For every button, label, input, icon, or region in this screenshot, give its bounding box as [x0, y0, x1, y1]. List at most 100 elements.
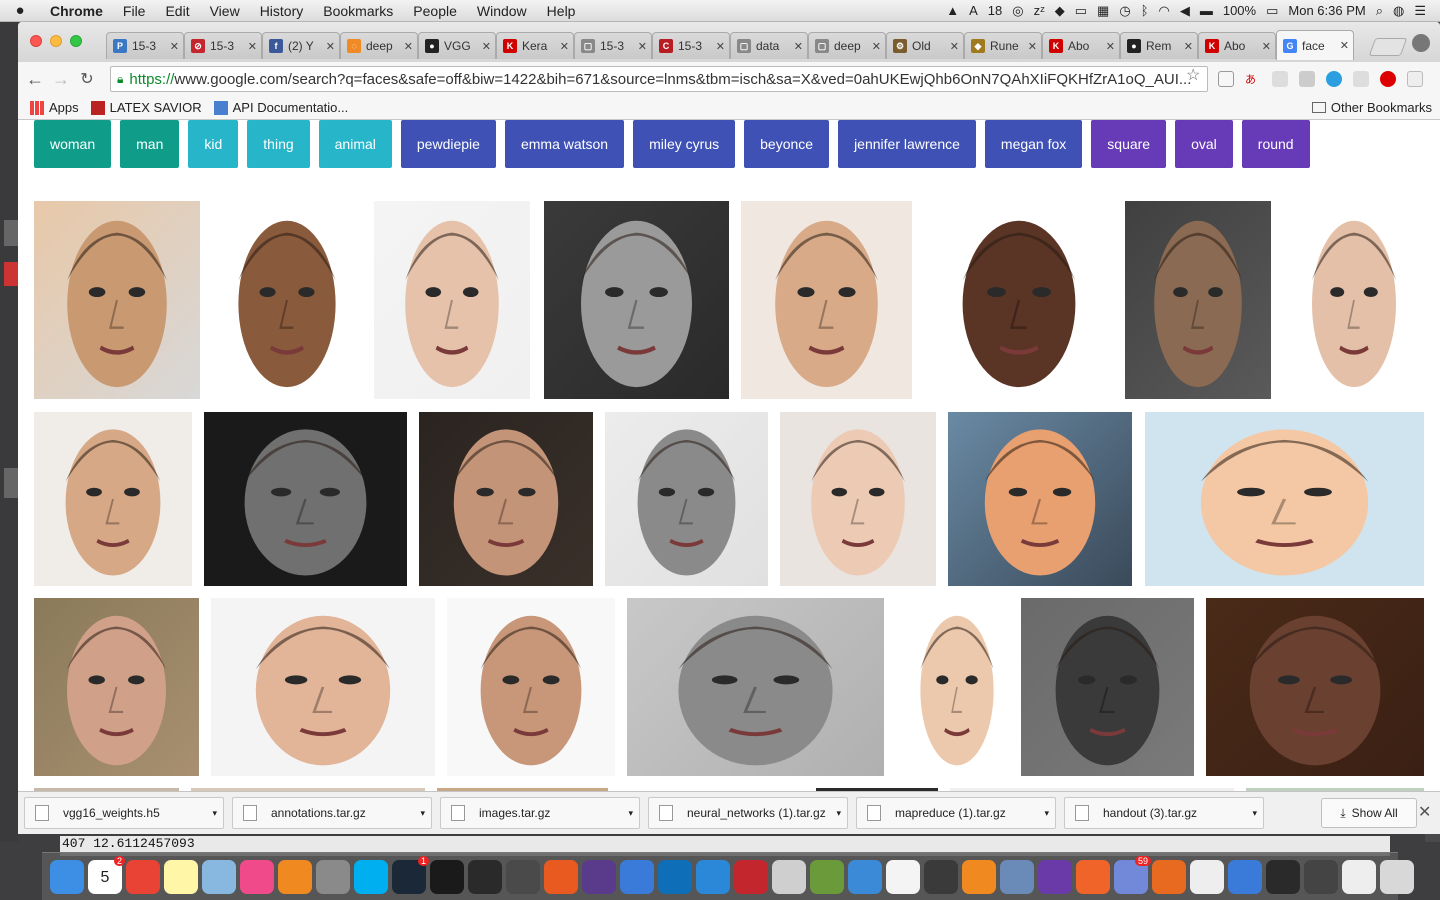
firefox-icon[interactable] [1152, 859, 1186, 894]
image-result-thumbnail[interactable] [34, 201, 200, 399]
menu-people[interactable]: People [403, 3, 467, 19]
ibooks-icon[interactable] [278, 859, 312, 894]
flag-icon[interactable]: ▬ [1200, 3, 1213, 18]
download-item[interactable]: vgg16_weights.h5 ▾ [24, 797, 224, 829]
apple-menu-icon[interactable]: ● [0, 2, 40, 19]
tray-count[interactable]: 18 [988, 3, 1002, 18]
menu-file[interactable]: File [113, 3, 156, 19]
related-search-chip[interactable]: man [120, 120, 180, 168]
tab-close-icon[interactable]: ✕ [1262, 40, 1271, 53]
related-search-chip[interactable]: beyonce [744, 120, 830, 168]
other-bookmarks[interactable]: Other Bookmarks [1311, 100, 1432, 115]
chevron-down-icon[interactable]: ▾ [1252, 808, 1257, 819]
tab-close-icon[interactable]: ✕ [638, 40, 647, 53]
close-downloads-icon[interactable]: ✕ [1418, 802, 1431, 822]
image-result-thumbnail[interactable] [741, 201, 912, 399]
vlc-icon[interactable]: ▲ [946, 3, 959, 18]
menu-help[interactable]: Help [537, 3, 586, 19]
extension-grid-icon[interactable] [1353, 71, 1369, 87]
image-result-thumbnail[interactable] [374, 201, 530, 399]
finder-icon[interactable] [50, 859, 84, 894]
tab-close-icon[interactable]: ✕ [1028, 40, 1037, 53]
browser-tab[interactable]: ▢ data ✕ [730, 32, 808, 59]
browser-tab[interactable]: K Abo ✕ [1042, 32, 1120, 59]
wunderlist-icon[interactable] [696, 859, 730, 894]
extension-translate-icon[interactable]: あ [1245, 71, 1261, 87]
related-search-chip[interactable]: jennifer lawrence [838, 120, 976, 168]
image-result-thumbnail[interactable] [34, 598, 199, 776]
related-search-chip[interactable]: megan fox [984, 120, 1083, 168]
related-search-chip[interactable]: woman [34, 120, 112, 168]
related-search-chip[interactable]: square [1091, 120, 1167, 168]
browser-tab[interactable]: ◆ Rune ✕ [964, 32, 1042, 59]
download-item[interactable]: handout (3).tar.gz ▾ [1064, 797, 1264, 829]
browser-tab[interactable]: ⊘ 15-3 ✕ [184, 32, 262, 59]
image-result-thumbnail[interactable] [948, 412, 1132, 586]
volume-icon[interactable]: ◀ [1180, 3, 1190, 19]
download-item[interactable]: annotations.tar.gz ▾ [232, 797, 432, 829]
extension-cast-icon[interactable] [1299, 71, 1315, 87]
browser-tab[interactable]: K Kera ✕ [496, 32, 574, 59]
sublime-text-icon[interactable] [506, 859, 540, 894]
tab-close-icon[interactable]: ✕ [1106, 40, 1115, 53]
teamviewer-icon[interactable] [658, 859, 692, 894]
browser-tab[interactable]: f (2) Y ✕ [262, 32, 340, 59]
tab-close-icon[interactable]: ✕ [1340, 39, 1349, 52]
powerpoint-icon[interactable] [1076, 859, 1110, 894]
zoom-window-button[interactable] [70, 35, 82, 47]
trash-icon[interactable] [1380, 859, 1414, 894]
image-result-thumbnail[interactable] [1145, 412, 1424, 586]
chrome-app-icon[interactable] [1342, 859, 1376, 894]
reload-icon[interactable]: ↻ [74, 69, 100, 89]
image-result-thumbnail[interactable] [605, 412, 768, 586]
close-window-button[interactable] [30, 35, 42, 47]
safari-icon[interactable] [848, 859, 882, 894]
browser-tab[interactable]: ⚙ Old ✕ [886, 32, 964, 59]
tab-close-icon[interactable]: ✕ [794, 40, 803, 53]
sleep-icon[interactable]: zᶻ [1034, 3, 1045, 18]
skype-icon[interactable] [354, 859, 388, 894]
download-item[interactable]: mapreduce (1).tar.gz ▾ [856, 797, 1056, 829]
itunes-icon[interactable] [240, 859, 274, 894]
chevron-down-icon[interactable]: ▾ [1044, 808, 1049, 819]
filezilla-icon[interactable] [734, 859, 768, 894]
extension-blank-icon[interactable] [1407, 71, 1423, 87]
menu-history[interactable]: History [250, 3, 314, 19]
tab-close-icon[interactable]: ✕ [872, 40, 881, 53]
show-all-downloads-button[interactable]: ⤓ Show All [1321, 798, 1417, 828]
image-result-thumbnail[interactable] [206, 201, 368, 399]
address-bar[interactable]: 🔒︎ https://www.google.com/search?q=faces… [110, 66, 1208, 92]
related-search-chip[interactable]: thing [247, 120, 310, 168]
tab-close-icon[interactable]: ✕ [248, 40, 257, 53]
tab-close-icon[interactable]: ✕ [170, 40, 179, 53]
image-result-thumbnail[interactable] [447, 598, 615, 776]
chrome-icon[interactable] [126, 859, 160, 894]
tab-close-icon[interactable]: ✕ [326, 40, 335, 53]
related-search-chip[interactable]: round [1241, 120, 1310, 168]
adobe-icon[interactable]: A [969, 3, 978, 18]
profile-avatar[interactable] [1412, 34, 1430, 52]
image-result-thumbnail[interactable] [419, 412, 593, 586]
sync-icon[interactable]: ◎ [1012, 3, 1023, 19]
related-search-chip[interactable]: animal [318, 120, 392, 168]
evernote-icon[interactable]: ◆ [1055, 3, 1065, 19]
calendar-icon[interactable]: 52 [88, 855, 125, 894]
notes-icon[interactable] [164, 859, 198, 894]
menu-bookmarks[interactable]: Bookmarks [313, 3, 403, 19]
browser-tab[interactable]: K Abo ✕ [1198, 32, 1276, 59]
preview-icon[interactable] [202, 859, 236, 894]
time-machine-icon[interactable]: ◷ [1119, 3, 1130, 19]
browser-tab[interactable]: ● Rem ✕ [1120, 32, 1198, 59]
tab-close-icon[interactable]: ✕ [1184, 40, 1193, 53]
wifi-icon[interactable]: ◠ [1159, 3, 1170, 19]
related-search-chip[interactable]: kid [188, 120, 239, 168]
browser-tab[interactable]: C 15-3 ✕ [652, 32, 730, 59]
extension-adblock-icon[interactable] [1380, 71, 1396, 87]
chevron-down-icon[interactable]: ▾ [212, 808, 217, 819]
notification-center-icon[interactable]: ☰ [1414, 3, 1426, 19]
steam-icon[interactable]: 1 [392, 855, 429, 894]
user-icon[interactable]: ◍ [1393, 3, 1404, 19]
minecraft-icon[interactable] [810, 859, 844, 894]
screenshot-icon[interactable] [1266, 859, 1300, 894]
terminal-icon[interactable] [430, 859, 464, 894]
